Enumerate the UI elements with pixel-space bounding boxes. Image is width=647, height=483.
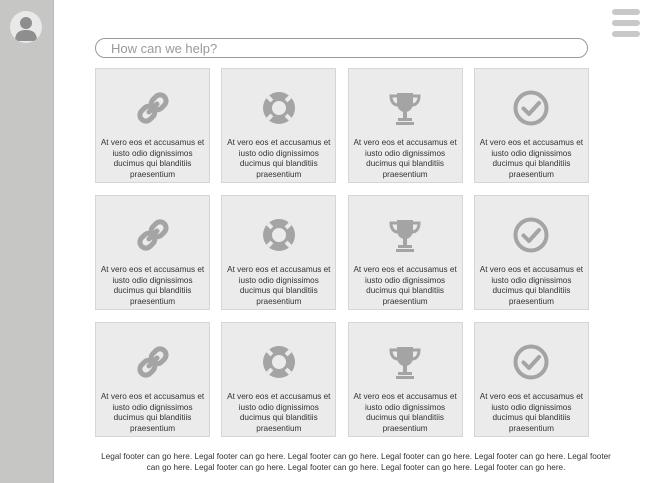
help-topic-description: At vero eos et accusamus et iusto odio d… bbox=[353, 138, 457, 179]
lifebuoy-icon bbox=[260, 89, 298, 127]
lifebuoy-icon bbox=[260, 343, 298, 381]
check-circle-icon bbox=[512, 343, 550, 381]
link-icon bbox=[134, 89, 172, 127]
help-topic-card[interactable]: At vero eos et accusamus et iusto odio d… bbox=[473, 195, 589, 310]
help-topic-description: At vero eos et accusamus et iusto odio d… bbox=[353, 265, 457, 306]
lifebuoy-icon bbox=[260, 216, 298, 254]
help-topic-card[interactable]: At vero eos et accusamus et iusto odio d… bbox=[473, 322, 589, 437]
search-input[interactable] bbox=[95, 38, 588, 58]
menu-bar bbox=[612, 31, 640, 37]
help-topic-card[interactable]: At vero eos et accusamus et iusto odio d… bbox=[95, 68, 210, 183]
help-topic-card[interactable]: At vero eos et accusamus et iusto odio d… bbox=[221, 322, 337, 437]
help-topic-description: At vero eos et accusamus et iusto odio d… bbox=[479, 392, 584, 433]
help-center-page: At vero eos et accusamus et iusto odio d… bbox=[0, 0, 647, 483]
trophy-icon bbox=[386, 343, 424, 381]
help-topics-grid: At vero eos et accusamus et iusto odio d… bbox=[95, 68, 589, 437]
help-topic-description: At vero eos et accusamus et iusto odio d… bbox=[227, 392, 331, 433]
menu-bar bbox=[612, 20, 640, 26]
help-topic-card[interactable]: At vero eos et accusamus et iusto odio d… bbox=[221, 68, 337, 183]
sidebar bbox=[0, 0, 54, 483]
check-circle-icon bbox=[512, 216, 550, 254]
help-topic-card[interactable]: At vero eos et accusamus et iusto odio d… bbox=[473, 68, 589, 183]
user-avatar-icon[interactable] bbox=[10, 11, 42, 43]
trophy-icon bbox=[386, 216, 424, 254]
help-topic-description: At vero eos et accusamus et iusto odio d… bbox=[100, 138, 205, 179]
help-topic-description: At vero eos et accusamus et iusto odio d… bbox=[353, 392, 457, 433]
check-circle-icon bbox=[512, 89, 550, 127]
help-topic-card[interactable]: At vero eos et accusamus et iusto odio d… bbox=[95, 322, 210, 437]
help-topic-description: At vero eos et accusamus et iusto odio d… bbox=[479, 265, 584, 306]
help-topic-description: At vero eos et accusamus et iusto odio d… bbox=[479, 138, 584, 179]
legal-footer: Legal footer can go here. Legal footer c… bbox=[101, 452, 611, 472]
trophy-icon bbox=[386, 89, 424, 127]
help-topic-description: At vero eos et accusamus et iusto odio d… bbox=[100, 392, 205, 433]
help-topic-card[interactable]: At vero eos et accusamus et iusto odio d… bbox=[347, 195, 463, 310]
help-topic-card[interactable]: At vero eos et accusamus et iusto odio d… bbox=[221, 195, 337, 310]
menu-bar bbox=[612, 9, 640, 15]
help-topic-card[interactable]: At vero eos et accusamus et iusto odio d… bbox=[95, 195, 210, 310]
hamburger-menu-icon[interactable] bbox=[612, 9, 640, 37]
link-icon bbox=[134, 216, 172, 254]
help-topic-card[interactable]: At vero eos et accusamus et iusto odio d… bbox=[347, 322, 463, 437]
help-topic-description: At vero eos et accusamus et iusto odio d… bbox=[227, 265, 331, 306]
help-topic-description: At vero eos et accusamus et iusto odio d… bbox=[100, 265, 205, 306]
link-icon bbox=[134, 343, 172, 381]
help-topic-description: At vero eos et accusamus et iusto odio d… bbox=[227, 138, 331, 179]
help-topic-card[interactable]: At vero eos et accusamus et iusto odio d… bbox=[347, 68, 463, 183]
